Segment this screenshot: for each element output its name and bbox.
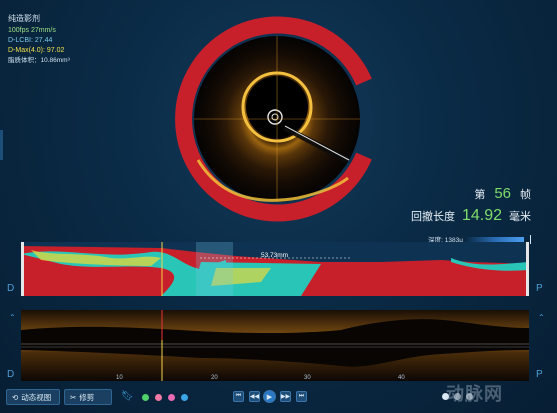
watermark: 动脉网 bbox=[446, 384, 503, 404]
pullback-label: 回撤长度 bbox=[410, 211, 455, 223]
plaque-map-view[interactable]: 53.73mm bbox=[21, 242, 529, 296]
tick-20: 20 bbox=[211, 375, 218, 381]
left-range-handle[interactable] bbox=[21, 242, 24, 296]
frame-counter: 第 56 帧 bbox=[474, 185, 531, 202]
fast-forward-button[interactable]: ▶▶ bbox=[280, 391, 291, 402]
distal-label-2: D bbox=[7, 369, 15, 380]
edit-button[interactable]: ✂ 修剪 bbox=[64, 389, 112, 405]
color-dot-magenta[interactable] bbox=[168, 394, 175, 401]
fps-readout: 100fps 27mm/s bbox=[8, 27, 56, 34]
left-edge-handle[interactable] bbox=[0, 130, 3, 160]
lumen-measurement-label: 53.73mm bbox=[261, 252, 288, 259]
play-button[interactable]: ▶ bbox=[263, 390, 276, 403]
rewind-button[interactable]: ◀◀ bbox=[249, 391, 260, 402]
color-dot-pink[interactable] bbox=[155, 394, 162, 401]
selection-window[interactable] bbox=[196, 242, 233, 296]
proximal-label-2: P bbox=[536, 369, 543, 380]
tick-10: 10 bbox=[116, 375, 123, 381]
distal-label: D bbox=[7, 283, 15, 294]
bookmark-icon[interactable]: 🔖︎ bbox=[121, 391, 134, 402]
frame-number: 56 bbox=[494, 185, 511, 202]
color-dot-green[interactable] bbox=[142, 394, 149, 401]
proximal-label: P bbox=[536, 283, 543, 294]
skip-forward-button[interactable]: ⏭ bbox=[296, 391, 307, 402]
tick-40: 40 bbox=[398, 375, 405, 381]
pullback-length: 回撤长度 14.92 毫米 bbox=[411, 207, 531, 225]
color-dot-blue[interactable] bbox=[181, 394, 188, 401]
lipid-volume-readout: 脂质体积：10.86mm³ bbox=[8, 57, 70, 64]
edit-icon: ✂ bbox=[70, 392, 77, 402]
scan-mode-title: 纯造影剂 bbox=[8, 14, 40, 23]
pullback-value: 14.92 bbox=[461, 207, 502, 224]
depth-scale-bar bbox=[466, 236, 524, 242]
info-panel: 纯造影剂 100fps 27mm/s D-LCBI: 27.44 D-Max(4… bbox=[8, 14, 70, 66]
right-range-handle[interactable] bbox=[526, 242, 529, 296]
frame-suffix: 帧 bbox=[520, 189, 531, 201]
collapse-up-icon[interactable]: ⌃ bbox=[9, 313, 16, 322]
longitudinal-view[interactable]: 10 20 30 40 bbox=[21, 310, 529, 381]
dmax-readout: D-Max(4.0): 97.02 bbox=[8, 47, 65, 54]
collapse-up-icon-right[interactable]: ⌃ bbox=[538, 313, 545, 322]
tick-30: 30 bbox=[304, 375, 311, 381]
dynamic-view-button[interactable]: ⟲ 动态视图 bbox=[6, 389, 60, 405]
pullback-unit: 毫米 bbox=[509, 211, 531, 223]
dynamic-view-icon: ⟲ bbox=[12, 392, 19, 402]
skip-back-button[interactable]: ⏮ bbox=[233, 391, 244, 402]
lcbi-readout: D-LCBI: 27.44 bbox=[8, 37, 53, 44]
oct-cross-section[interactable] bbox=[168, 10, 386, 228]
frame-prefix: 第 bbox=[474, 189, 486, 201]
